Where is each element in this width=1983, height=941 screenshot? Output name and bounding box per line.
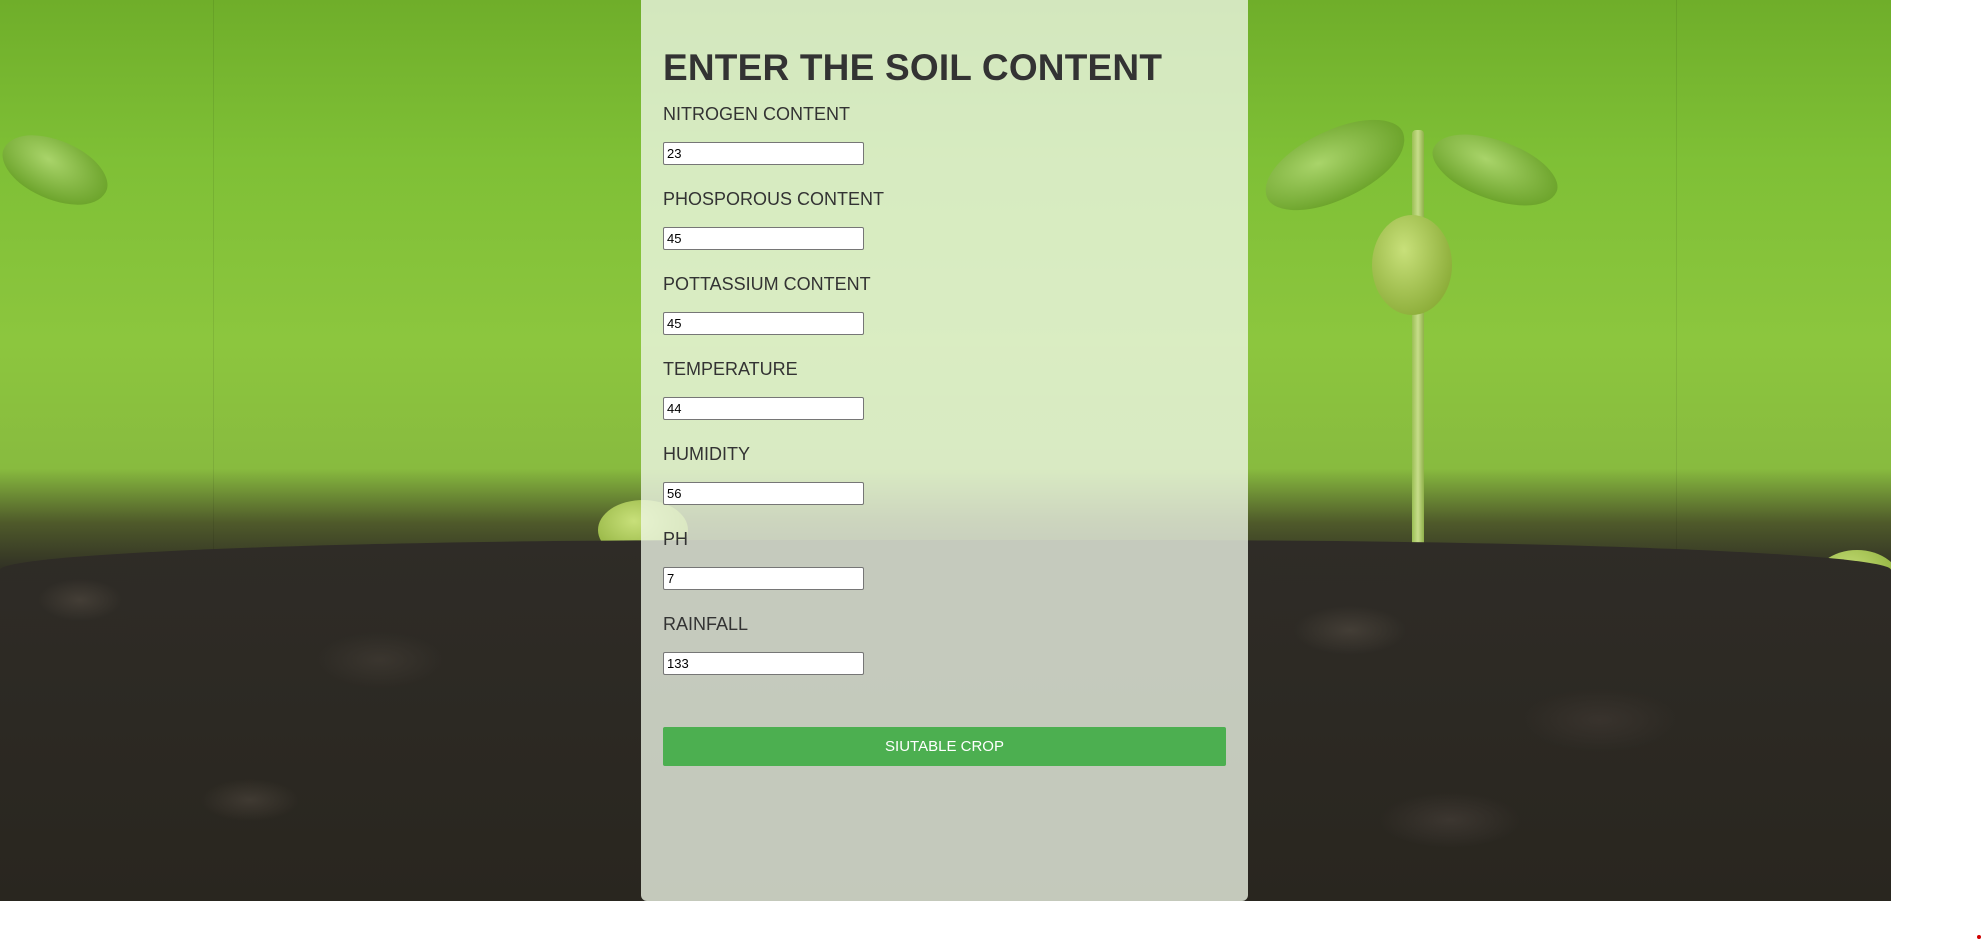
corner-marker bbox=[1977, 935, 1981, 939]
sprout-leaf bbox=[1252, 106, 1418, 224]
ph-input[interactable] bbox=[663, 567, 864, 590]
ph-label: PH bbox=[663, 529, 689, 549]
phosphorous-input[interactable] bbox=[663, 227, 864, 250]
phosphorous-label: PHOSPOROUS CONTENT bbox=[663, 189, 885, 209]
humidity-label: HUMIDITY bbox=[663, 444, 750, 464]
rainfall-label: RAINFALL bbox=[663, 614, 749, 634]
sprout-seed bbox=[1372, 215, 1452, 315]
potassium-label: POTTASSIUM CONTENT bbox=[663, 274, 871, 294]
nitrogen-input[interactable] bbox=[663, 142, 864, 165]
nitrogen-label: NITROGEN CONTENT bbox=[663, 104, 850, 124]
sprout-leaf bbox=[1423, 115, 1567, 225]
temperature-input[interactable] bbox=[663, 397, 864, 420]
sprout-leaf bbox=[0, 116, 118, 224]
suitable-crop-button[interactable]: SIUTABLE CROP bbox=[663, 727, 1226, 766]
temperature-label: TEMPERATURE bbox=[663, 359, 798, 379]
potassium-input[interactable] bbox=[663, 312, 864, 335]
page-title: ENTER THE SOIL CONTENT bbox=[663, 47, 1163, 88]
humidity-input[interactable] bbox=[663, 482, 864, 505]
soil-form-card: ENTER THE SOIL CONTENT NITROGEN CONTENT … bbox=[641, 0, 1248, 901]
rainfall-input[interactable] bbox=[663, 652, 864, 675]
